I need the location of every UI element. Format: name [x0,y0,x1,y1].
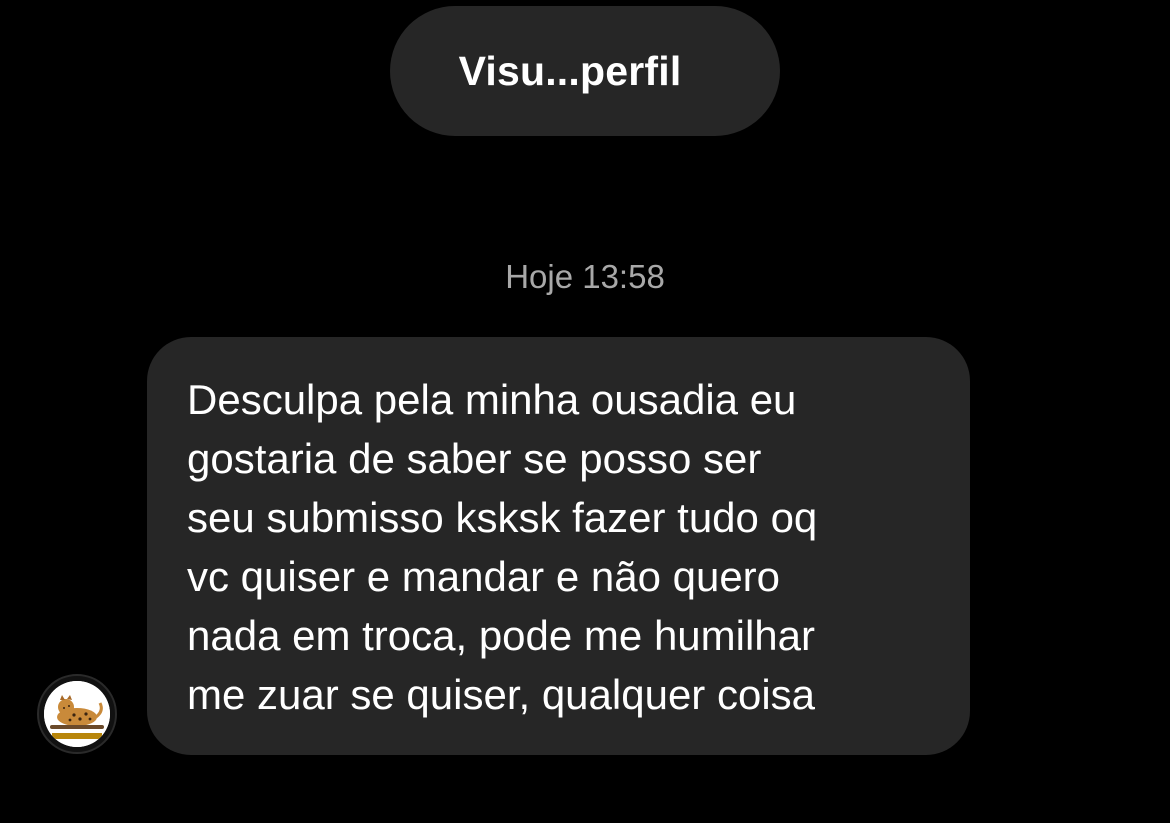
message-text: Desculpa pela minha ousadia eu gostaria … [187,376,818,718]
sender-avatar[interactable] [37,674,117,754]
leopard-avatar-icon [44,681,110,747]
message-timestamp: Hoje 13:58 [505,258,665,295]
view-profile-button[interactable]: Visu...perfil [390,6,780,136]
received-message-bubble[interactable]: Desculpa pela minha ousadia eu gostaria … [147,337,970,755]
